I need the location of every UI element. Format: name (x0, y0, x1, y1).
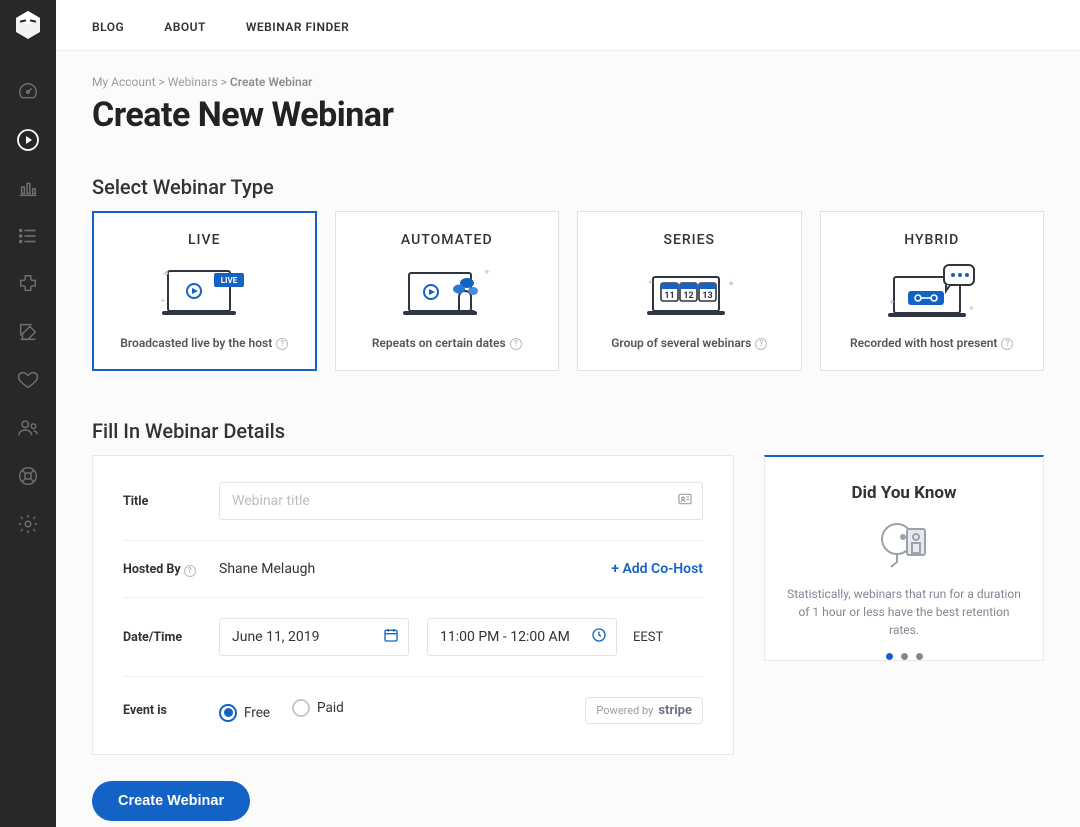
help-icon[interactable]: ? (1001, 338, 1013, 350)
breadcrumb: My Account > Webinars > Create Webinar (92, 75, 1044, 89)
top-nav: BLOG ABOUT WEBINAR FINDER (56, 0, 1080, 51)
sidebar-support[interactable] (0, 452, 56, 500)
svg-text:13: 13 (703, 291, 713, 301)
radio-paid[interactable]: Paid (292, 699, 344, 717)
type-hybrid-desc: Recorded with host present? (850, 336, 1013, 350)
sidebar-dashboard[interactable] (0, 68, 56, 116)
breadcrumb-root[interactable]: My Account (92, 75, 156, 89)
breadcrumb-webinars[interactable]: Webinars (168, 75, 218, 89)
label-datetime: Date/Time (123, 630, 219, 645)
svg-text:✦: ✦ (727, 279, 735, 290)
app-logo[interactable] (13, 10, 43, 40)
nav-about[interactable]: ABOUT (164, 20, 206, 34)
help-icon[interactable]: ? (510, 338, 522, 350)
card-icon (677, 491, 693, 511)
type-series-desc: Group of several webinars? (611, 336, 767, 350)
breadcrumb-current: Create Webinar (230, 75, 313, 89)
svg-text:LIVE: LIVE (221, 276, 238, 285)
sidebar-list[interactable] (0, 212, 56, 260)
did-you-know-card: Did You Know Statistically, webinars tha… (764, 455, 1044, 661)
nav-finder[interactable]: WEBINAR FINDER (246, 20, 349, 34)
type-hybrid-title: HYBRID (904, 232, 959, 248)
page-title: Create New Webinar (92, 95, 1044, 135)
host-name: Shane Melaugh (219, 561, 315, 577)
svg-text:✦: ✦ (647, 278, 654, 287)
timezone-label: EEST (633, 630, 663, 645)
type-live[interactable]: LIVE LIVE ✦ ✦ Broadcasted live by the host… (92, 211, 317, 371)
sidebar-plugin[interactable] (0, 260, 56, 308)
svg-text:✦: ✦ (968, 304, 975, 313)
type-hybrid[interactable]: HYBRID ✦✦ Recorded with host present? (820, 211, 1045, 371)
label-event-is: Event is (123, 703, 219, 718)
type-series-title: SERIES (663, 232, 715, 248)
section-details-heading: Fill In Webinar Details (92, 419, 1044, 443)
svg-text:12: 12 (684, 291, 694, 301)
date-input[interactable] (219, 618, 409, 656)
svg-text:✦: ✦ (888, 298, 896, 308)
dot-1[interactable] (886, 653, 893, 660)
stripe-badge: Powered by stripe (585, 697, 703, 724)
svg-text:11: 11 (665, 291, 675, 301)
sidebar-settings[interactable] (0, 500, 56, 548)
calendar-icon[interactable] (383, 627, 399, 647)
label-title: Title (123, 494, 219, 509)
clock-icon[interactable] (591, 627, 607, 647)
dot-2[interactable] (901, 653, 908, 660)
type-automated-title: AUTOMATED (401, 232, 493, 248)
sidebar-analytics[interactable] (0, 164, 56, 212)
help-icon[interactable]: ? (755, 338, 767, 350)
details-form: Title Hosted By? (92, 455, 734, 755)
radio-free[interactable]: Free (219, 704, 270, 722)
svg-text:✦: ✦ (483, 268, 491, 278)
time-input[interactable] (427, 618, 617, 656)
nav-blog[interactable]: BLOG (92, 20, 124, 34)
sidebar-users[interactable] (0, 404, 56, 452)
sidebar (0, 0, 56, 827)
section-type-heading: Select Webinar Type (92, 175, 1044, 199)
live-icon: LIVE ✦ ✦ (158, 261, 250, 323)
dyk-body: Statistically, webinars that run for a d… (787, 585, 1021, 639)
sidebar-webinars[interactable] (0, 116, 56, 164)
type-series[interactable]: SERIES 11 12 13 ✦ ✦ Group of several webinar… (577, 211, 802, 371)
series-icon: 11 12 13 ✦ ✦ (639, 261, 739, 323)
dyk-icon (787, 517, 1021, 573)
sidebar-heart[interactable] (0, 356, 56, 404)
type-live-desc: Broadcasted live by the host? (120, 336, 288, 350)
help-icon[interactable]: ? (184, 565, 196, 577)
dot-3[interactable] (916, 653, 923, 660)
svg-text:✦: ✦ (162, 269, 170, 280)
sidebar-compose[interactable] (0, 308, 56, 356)
title-input[interactable] (219, 482, 703, 520)
type-live-title: LIVE (188, 232, 220, 248)
label-hostedby: Hosted By? (123, 562, 219, 577)
svg-text:✦: ✦ (160, 297, 166, 305)
hybrid-icon: ✦✦ (882, 261, 982, 323)
type-automated-desc: Repeats on certain dates? (372, 336, 522, 350)
type-automated[interactable]: AUTOMATED ✦ Repeats on certain dates? (335, 211, 560, 371)
add-cohost-button[interactable]: + Add Co-Host (611, 561, 703, 577)
dyk-title: Did You Know (787, 483, 1021, 503)
dyk-pagination[interactable] (787, 653, 1021, 660)
automated-icon: ✦ (401, 261, 493, 323)
help-icon[interactable]: ? (276, 338, 288, 350)
create-webinar-button[interactable]: Create Webinar (92, 781, 250, 821)
